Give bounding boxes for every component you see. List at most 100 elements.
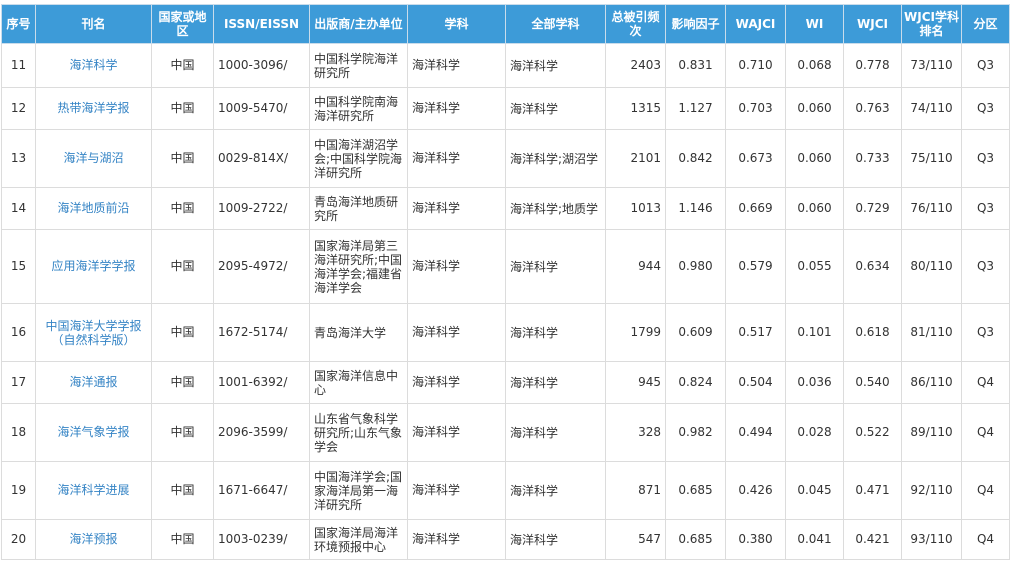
journal-link[interactable]: 中国海洋大学学报（自然科学版）	[35, 303, 152, 362]
cell-issn: 1009-5470/	[213, 87, 310, 130]
table-row: 19 海洋科学进展 中国 1671-6647/ 中国海洋学会;国家海洋局第一海洋…	[1, 461, 1010, 520]
header-cell-wjci[interactable]: WJCI	[843, 4, 902, 44]
table-row: 14 海洋地质前沿 中国 1009-2722/ 青岛海洋地质研究所 海洋科学 海…	[1, 187, 1010, 230]
cell-issn: 2095-4972/	[213, 229, 310, 304]
cell-subject: 海洋科学	[407, 461, 506, 520]
journal-link[interactable]: 海洋通报	[35, 361, 152, 404]
cell-zone: Q4	[961, 519, 1010, 560]
journal-link[interactable]: 海洋气象学报	[35, 403, 152, 462]
journal-link[interactable]: 应用海洋学学报	[35, 229, 152, 304]
cell-publisher: 青岛海洋地质研究所	[309, 187, 408, 230]
cell-wi: 0.101	[785, 303, 844, 362]
header-cell-issn[interactable]: ISSN/EISSN	[213, 4, 310, 44]
header-cell-rank[interactable]: WJCI学科排名	[901, 4, 962, 44]
cell-impact-factor: 0.824	[665, 361, 726, 404]
page: 序号 刊名 国家或地区 ISSN/EISSN 出版商/主办单位 学科 全部学科 …	[0, 0, 1010, 562]
cell-citations: 328	[605, 403, 666, 462]
table-row: 11 海洋科学 中国 1000-3096/ 中国科学院海洋研究所 海洋科学 海洋…	[1, 43, 1010, 88]
cell-wajci: 0.673	[725, 129, 786, 188]
cell-country: 中国	[151, 361, 214, 404]
cell-issn: 1003-0239/	[213, 519, 310, 560]
cell-subject: 海洋科学	[407, 403, 506, 462]
cell-citations: 1315	[605, 87, 666, 130]
cell-wajci: 0.703	[725, 87, 786, 130]
table-row: 13 海洋与湖沼 中国 0029-814X/ 中国海洋湖沼学会;中国科学院海洋研…	[1, 129, 1010, 188]
header-cell-publisher[interactable]: 出版商/主办单位	[309, 4, 408, 44]
cell-zone: Q4	[961, 361, 1010, 404]
cell-impact-factor: 0.685	[665, 461, 726, 520]
cell-country: 中国	[151, 303, 214, 362]
header-cell-name[interactable]: 刊名	[35, 4, 152, 44]
header-cell-citations[interactable]: 总被引频次	[605, 4, 666, 44]
cell-no: 14	[1, 187, 36, 230]
cell-subject: 海洋科学	[407, 361, 506, 404]
cell-zone: Q3	[961, 229, 1010, 304]
cell-impact-factor: 0.831	[665, 43, 726, 88]
cell-all-subjects: 海洋科学;地质学	[505, 187, 606, 230]
header-cell-zone[interactable]: 分区	[961, 4, 1010, 44]
cell-all-subjects: 海洋科学	[505, 361, 606, 404]
cell-country: 中国	[151, 519, 214, 560]
cell-wajci: 0.579	[725, 229, 786, 304]
header-cell-subject[interactable]: 学科	[407, 4, 506, 44]
cell-rank: 92/110	[901, 461, 962, 520]
journal-link[interactable]: 海洋科学进展	[35, 461, 152, 520]
journal-link[interactable]: 海洋科学	[35, 43, 152, 88]
cell-rank: 80/110	[901, 229, 962, 304]
journal-link[interactable]: 热带海洋学报	[35, 87, 152, 130]
cell-issn: 1672-5174/	[213, 303, 310, 362]
cell-zone: Q4	[961, 403, 1010, 462]
cell-rank: 93/110	[901, 519, 962, 560]
cell-wjci: 0.522	[843, 403, 902, 462]
cell-rank: 75/110	[901, 129, 962, 188]
cell-wi: 0.028	[785, 403, 844, 462]
header-cell-no[interactable]: 序号	[1, 4, 36, 44]
cell-zone: Q3	[961, 43, 1010, 88]
cell-country: 中国	[151, 43, 214, 88]
cell-no: 11	[1, 43, 36, 88]
cell-all-subjects: 海洋科学	[505, 303, 606, 362]
journal-link[interactable]: 海洋与湖沼	[35, 129, 152, 188]
cell-country: 中国	[151, 461, 214, 520]
cell-wjci: 0.471	[843, 461, 902, 520]
cell-rank: 76/110	[901, 187, 962, 230]
journal-link[interactable]: 海洋地质前沿	[35, 187, 152, 230]
header-cell-country[interactable]: 国家或地区	[151, 4, 214, 44]
cell-wjci: 0.729	[843, 187, 902, 230]
header-cell-wi[interactable]: WI	[785, 4, 844, 44]
cell-rank: 81/110	[901, 303, 962, 362]
cell-no: 18	[1, 403, 36, 462]
header-cell-impact-factor[interactable]: 影响因子	[665, 4, 726, 44]
header-cell-wajci[interactable]: WAJCI	[725, 4, 786, 44]
cell-zone: Q3	[961, 187, 1010, 230]
cell-country: 中国	[151, 187, 214, 230]
cell-impact-factor: 0.842	[665, 129, 726, 188]
cell-all-subjects: 海洋科学	[505, 229, 606, 304]
cell-no: 12	[1, 87, 36, 130]
cell-publisher: 国家海洋局海洋环境预报中心	[309, 519, 408, 560]
cell-publisher: 中国科学院南海海洋研究所	[309, 87, 408, 130]
cell-country: 中国	[151, 229, 214, 304]
cell-citations: 2101	[605, 129, 666, 188]
cell-issn: 1000-3096/	[213, 43, 310, 88]
cell-country: 中国	[151, 403, 214, 462]
cell-all-subjects: 海洋科学	[505, 87, 606, 130]
cell-citations: 2403	[605, 43, 666, 88]
header-row: 序号 刊名 国家或地区 ISSN/EISSN 出版商/主办单位 学科 全部学科 …	[1, 4, 1010, 44]
cell-wi: 0.041	[785, 519, 844, 560]
cell-wjci: 0.763	[843, 87, 902, 130]
cell-wjci: 0.421	[843, 519, 902, 560]
header-cell-all-subjects[interactable]: 全部学科	[505, 4, 606, 44]
cell-all-subjects: 海洋科学	[505, 461, 606, 520]
cell-country: 中国	[151, 87, 214, 130]
cell-country: 中国	[151, 129, 214, 188]
cell-no: 16	[1, 303, 36, 362]
journal-table: 序号 刊名 国家或地区 ISSN/EISSN 出版商/主办单位 学科 全部学科 …	[1, 4, 1010, 560]
cell-wajci: 0.380	[725, 519, 786, 560]
table-row: 16 中国海洋大学学报（自然科学版） 中国 1672-5174/ 青岛海洋大学 …	[1, 303, 1010, 362]
cell-subject: 海洋科学	[407, 129, 506, 188]
cell-all-subjects: 海洋科学;湖沼学	[505, 129, 606, 188]
cell-zone: Q3	[961, 87, 1010, 130]
cell-impact-factor: 0.982	[665, 403, 726, 462]
journal-link[interactable]: 海洋预报	[35, 519, 152, 560]
